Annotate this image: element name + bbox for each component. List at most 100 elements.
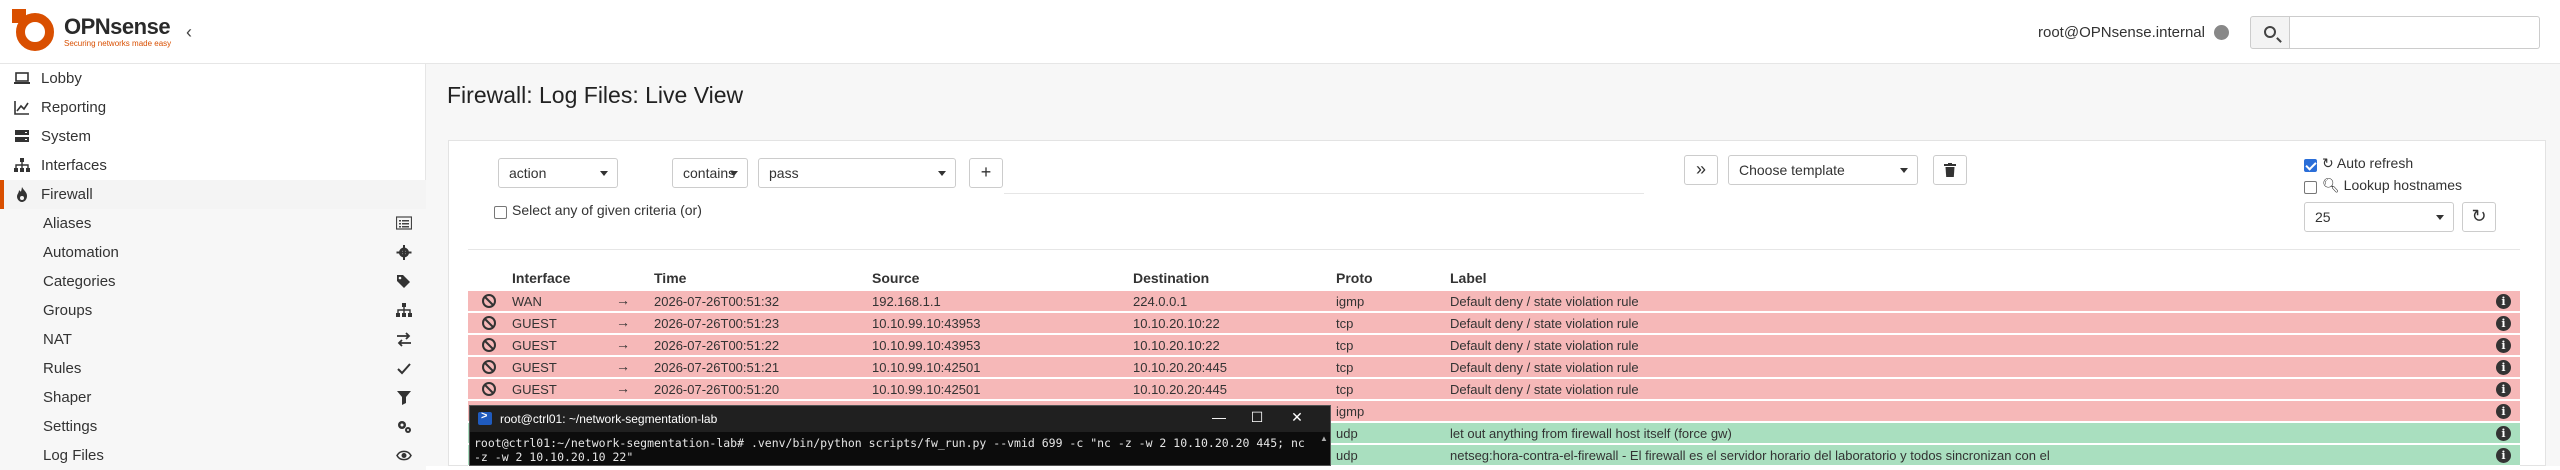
refresh-button[interactable]: ↻ [2462,202,2496,232]
chevron-down-icon [2436,215,2444,220]
refresh-icon: ↻ [2471,206,2487,226]
logo-mark-icon [12,9,58,55]
sidebar-subitem-label: NAT [43,331,72,348]
search-button[interactable] [2250,16,2290,49]
sidebar-subitem-settings[interactable]: Settings [0,412,426,441]
lookup-hostnames-checkbox[interactable] [2304,181,2317,194]
column-header-proto[interactable]: Proto [1336,270,1373,286]
cell-time: 2026-07-26T00:51:32 [654,294,780,309]
cell-source: 10.10.99.10:42501 [872,382,981,397]
cell-source: 192.168.1.1 [872,294,941,309]
filter-operator-value: contains [683,165,736,181]
top-navbar: OPNsense Securing networks made easy ‹ r… [0,0,2560,64]
sidebar-item-interfaces[interactable]: Interfaces [0,151,426,180]
table-row[interactable]: GUEST → 2026-07-26T00:51:20 10.10.99.10:… [468,379,2520,400]
cell-label: netseg:hora-contra-el-firewall - El fire… [1450,448,2050,463]
sidebar-subitem-label: Shaper [43,389,92,406]
brand-name: OPNsense [64,14,171,39]
sidebar-subitem-groups[interactable]: Groups [0,296,426,325]
any-criteria-checkbox[interactable] [494,206,507,219]
cell-source: 10.10.99.10:42501 [872,360,981,375]
sidebar: Lobby Reporting System Interfaces Firewa… [0,64,426,470]
check-icon [397,363,411,375]
refresh-icon: ↻ [2322,155,2334,171]
block-icon [482,360,496,374]
column-header-source[interactable]: Source [872,270,919,286]
sidebar-item-label: Lobby [41,70,82,87]
terminal-output[interactable]: root@ctrl01:~/network-segmentation-lab# … [474,436,1314,464]
block-icon [482,316,496,330]
sidebar-item-lobby[interactable]: Lobby [0,64,426,93]
cell-destination: 10.10.20.20:445 [1133,360,1227,375]
auto-refresh-checkbox[interactable] [2304,159,2317,172]
sidebar-subitem-rules[interactable]: Rules [0,354,426,383]
sidebar-subitem-categories[interactable]: Categories [0,267,426,296]
page-title: Firewall: Log Files: Live View [447,82,744,108]
info-icon[interactable]: i [2496,360,2511,375]
info-icon[interactable]: i [2496,316,2511,331]
terminal-titlebar[interactable]: root@ctrl01: ~/network-segmentation-lab … [470,406,1330,432]
collapse-sidebar-icon[interactable]: ‹ [186,22,192,43]
arrow-right-icon: → [616,380,630,396]
user-name[interactable]: root@OPNsense.internal [2038,24,2205,41]
chart-icon [14,101,29,115]
double-chevron-right-icon: » [1695,159,1706,179]
filter-operator-select[interactable]: contains [672,158,748,188]
filter-field-select[interactable]: action [498,158,618,188]
filter-icon [397,391,411,405]
cell-destination: 10.10.20.10:22 [1133,338,1220,353]
status-indicator-icon[interactable] [2214,25,2229,40]
terminal-scrollbar[interactable]: ▲ [1320,434,1328,464]
arrow-right-icon: → [616,314,630,330]
arrow-right-icon: → [616,292,630,308]
sidebar-subitem-nat[interactable]: NAT [0,325,426,354]
template-select[interactable]: Choose template [1728,155,1918,185]
lookup-hostnames-text: Lookup hostnames [2343,177,2462,193]
info-icon[interactable]: i [2496,448,2511,463]
table-top-divider [468,249,2520,250]
expand-templates-button[interactable]: » [1684,155,1718,185]
sidebar-subitem-label: Rules [43,360,82,377]
page-size-select[interactable]: 25 [2304,202,2454,232]
minimize-button[interactable]: — [1204,409,1234,425]
server-icon [15,130,29,142]
opnsense-logo[interactable]: OPNsense Securing networks made easy [12,8,171,56]
search-icon: 🔍︎ [2322,177,2340,193]
column-header-interface[interactable]: Interface [512,270,570,286]
terminal-window[interactable]: root@ctrl01: ~/network-segmentation-lab … [469,405,1331,466]
column-header-label[interactable]: Label [1450,270,1487,286]
sidebar-item-reporting[interactable]: Reporting [0,93,426,122]
search-input[interactable] [2290,16,2540,49]
table-row[interactable]: WAN → 2026-07-26T00:51:32 192.168.1.1 22… [468,291,2520,312]
chevron-down-icon [600,171,608,176]
delete-template-button[interactable] [1933,155,1967,185]
cell-proto: igmp [1336,294,1365,309]
fire-icon [17,187,27,202]
sidebar-subitem-automation[interactable]: Automation [0,238,426,267]
sidebar-item-firewall[interactable]: Firewall [0,180,426,209]
column-header-destination[interactable]: Destination [1133,270,1209,286]
table-row[interactable]: GUEST → 2026-07-26T00:51:23 10.10.99.10:… [468,313,2520,334]
maximize-button[interactable]: ☐ [1242,409,1272,426]
column-header-time[interactable]: Time [654,270,686,286]
sidebar-item-label: Reporting [41,99,107,116]
table-row[interactable]: GUEST → 2026-07-26T00:51:21 10.10.99.10:… [468,357,2520,378]
sidebar-item-system[interactable]: System [0,122,426,151]
close-button[interactable]: ✕ [1282,409,1312,426]
tags-icon [397,275,410,288]
info-icon[interactable]: i [2496,338,2511,353]
info-icon[interactable]: i [2496,404,2511,419]
info-icon[interactable]: i [2496,382,2511,397]
sidebar-subitem-aliases[interactable]: Aliases [0,209,426,238]
sidebar-subitem-label: Settings [43,418,98,435]
cell-time: 2026-07-26T00:51:23 [654,316,780,331]
add-filter-button[interactable]: + [969,158,1003,188]
info-icon[interactable]: i [2496,426,2511,441]
info-icon[interactable]: i [2496,294,2511,309]
table-row[interactable]: GUEST → 2026-07-26T00:51:22 10.10.99.10:… [468,335,2520,356]
cell-source: 10.10.99.10:43953 [872,316,981,331]
sidebar-subitem-shaper[interactable]: Shaper [0,383,426,412]
cell-proto: udp [1336,448,1358,463]
filter-value-input[interactable]: pass [758,158,956,188]
sidebar-subitem-label: Categories [43,273,116,290]
